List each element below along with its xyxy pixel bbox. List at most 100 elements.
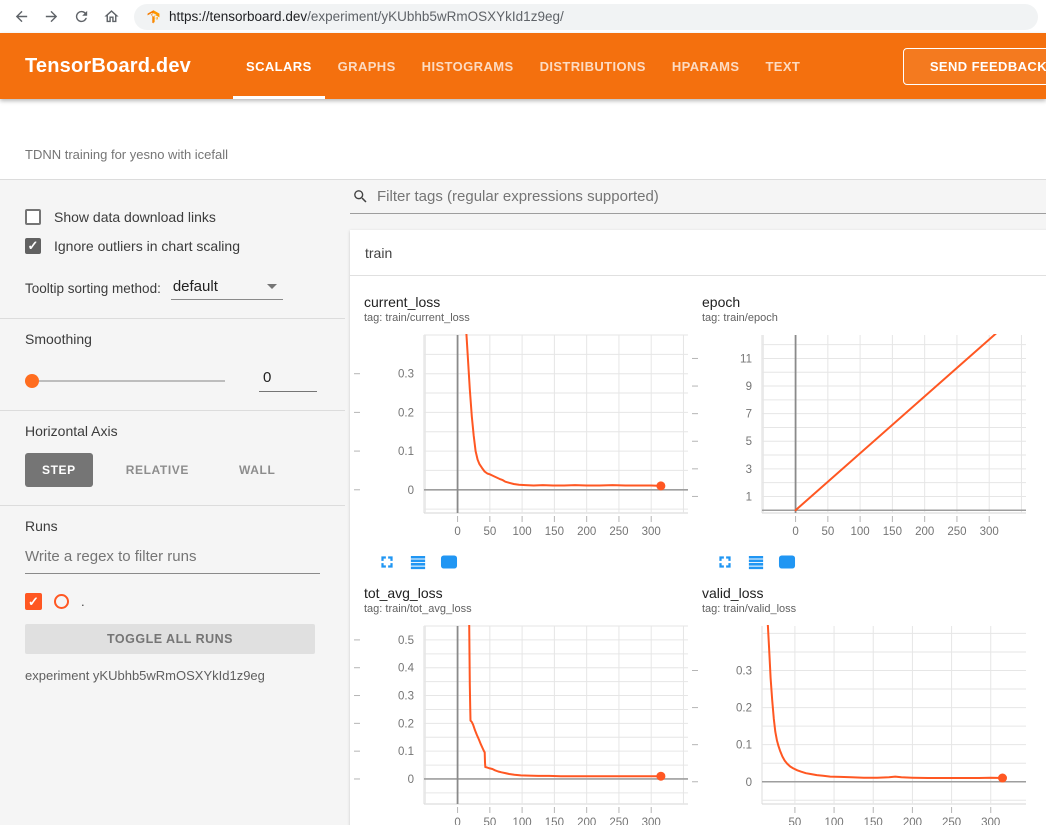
svg-text:0.2: 0.2 — [398, 718, 414, 730]
scalar-chart-card: epoch tag: train/epoch 13579110501001502… — [690, 294, 1028, 571]
chart-title: current_loss — [364, 294, 690, 310]
svg-text:300: 300 — [981, 817, 1000, 825]
home-icon[interactable] — [98, 4, 124, 30]
ignore-outliers-checkbox[interactable]: ✓ Ignore outliers in chart scaling — [25, 231, 320, 260]
svg-text:250: 250 — [609, 817, 628, 825]
scalar-chart-card: valid_loss tag: train/valid_loss 00.10.2… — [690, 585, 1028, 825]
svg-text:0.2: 0.2 — [398, 407, 414, 419]
address-bar[interactable]: https://tensorboard.dev/experiment/yKUbh… — [134, 4, 1038, 30]
svg-text:0.1: 0.1 — [398, 446, 414, 458]
tag-group-header[interactable]: train — [350, 230, 1046, 276]
svg-text:0.2: 0.2 — [736, 703, 752, 715]
tab-histograms[interactable]: HISTOGRAMS — [409, 33, 527, 99]
scalar-chart-canvas[interactable]: 00.10.20.350100150200250300 — [690, 621, 1028, 825]
svg-text:1: 1 — [746, 491, 752, 503]
svg-text:0: 0 — [746, 777, 752, 789]
scalar-chart-card: current_loss tag: train/current_loss 0 0.… — [352, 294, 690, 571]
svg-text:5: 5 — [746, 436, 752, 448]
svg-text:9: 9 — [746, 381, 752, 393]
run-name: . — [81, 594, 85, 609]
log-scale-icon[interactable] — [747, 553, 765, 571]
nav-tabs: SCALARS GRAPHS HISTOGRAMS DISTRIBUTIONS … — [233, 33, 813, 99]
back-icon[interactable] — [8, 4, 34, 30]
charts-grid: current_loss tag: train/current_loss 0 0.… — [350, 276, 1046, 825]
svg-text:0: 0 — [454, 817, 460, 825]
svg-text:50: 50 — [483, 817, 496, 825]
svg-text:0: 0 — [454, 526, 460, 538]
fit-domain-icon[interactable] — [440, 553, 458, 571]
smoothing-value-input[interactable]: 0 — [259, 369, 317, 392]
filter-tags-placeholder: Filter tags (regular expressions support… — [377, 188, 659, 205]
chart-title: tot_avg_loss — [364, 585, 690, 601]
svg-text:100: 100 — [513, 817, 532, 825]
brand-title: TensorBoard.dev — [0, 55, 191, 78]
chart-title: epoch — [702, 294, 1028, 310]
tooltip-sorting-label: Tooltip sorting method: — [25, 281, 161, 300]
svg-text:150: 150 — [545, 817, 564, 825]
tab-graphs[interactable]: GRAPHS — [325, 33, 409, 99]
svg-text:0.1: 0.1 — [736, 740, 752, 752]
scalar-chart-canvas[interactable]: 00.10.20.30.40.5050100150200250300 — [352, 621, 690, 825]
show-download-links-checkbox[interactable]: Show data download links — [25, 202, 320, 231]
tab-text[interactable]: TEXT — [752, 33, 813, 99]
chart-tag: tag: train/current_loss — [364, 312, 690, 324]
send-feedback-button[interactable]: SEND FEEDBACK — [903, 48, 1046, 85]
divider — [0, 505, 345, 506]
relative-axis-button[interactable]: RELATIVE — [109, 453, 206, 487]
browser-toolbar: https://tensorboard.dev/experiment/yKUbh… — [0, 0, 1046, 33]
toggle-all-runs-button[interactable]: TOGGLE ALL RUNS — [25, 624, 315, 654]
run-checkbox[interactable]: ✓ — [25, 593, 42, 610]
scalar-chart-card: tot_avg_loss tag: train/tot_avg_loss 00.… — [352, 585, 690, 825]
svg-text:3: 3 — [746, 464, 752, 476]
step-axis-button[interactable]: STEP — [25, 453, 93, 487]
filter-tags-input[interactable]: Filter tags (regular expressions support… — [350, 180, 1046, 214]
tooltip-sorting-select[interactable]: default — [171, 278, 283, 300]
svg-text:0.1: 0.1 — [398, 746, 414, 758]
wall-axis-button[interactable]: WALL — [222, 453, 292, 487]
reload-icon[interactable] — [68, 4, 94, 30]
svg-text:200: 200 — [577, 817, 596, 825]
scalars-dashboard: Filter tags (regular expressions support… — [345, 180, 1046, 825]
tab-distributions[interactable]: DISTRIBUTIONS — [527, 33, 659, 99]
scalar-chart-canvas[interactable]: 00.10.20.3050100150200250300 — [352, 330, 690, 544]
checkbox-unchecked-icon[interactable] — [25, 209, 41, 225]
chevron-down-icon — [267, 284, 277, 289]
svg-text:100: 100 — [824, 817, 843, 825]
svg-text:0: 0 — [792, 526, 798, 538]
runs-filter-input[interactable]: Write a regex to filter runs — [25, 534, 320, 574]
divider — [0, 318, 345, 319]
checkbox-checked-icon[interactable]: ✓ — [25, 238, 41, 254]
svg-text:150: 150 — [883, 526, 902, 538]
svg-text:50: 50 — [483, 526, 496, 538]
svg-text:0.3: 0.3 — [398, 691, 414, 703]
tensorboard-favicon — [146, 9, 161, 24]
tab-hparams[interactable]: HPARAMS — [659, 33, 753, 99]
tab-scalars[interactable]: SCALARS — [233, 33, 325, 99]
runs-label: Runs — [25, 518, 320, 534]
svg-text:200: 200 — [915, 526, 934, 538]
svg-text:200: 200 — [577, 526, 596, 538]
slider-track[interactable] — [25, 380, 225, 382]
svg-text:150: 150 — [864, 817, 883, 825]
log-scale-icon[interactable] — [409, 553, 427, 571]
divider — [0, 410, 345, 411]
expand-chart-icon[interactable] — [378, 553, 396, 571]
svg-text:100: 100 — [513, 526, 532, 538]
svg-text:7: 7 — [746, 409, 752, 421]
svg-text:250: 250 — [942, 817, 961, 825]
scalar-chart-canvas[interactable]: 1357911050100150200250300 — [690, 330, 1028, 544]
slider-knob[interactable] — [25, 374, 39, 388]
svg-text:0: 0 — [408, 774, 414, 786]
chart-tag: tag: train/valid_loss — [702, 603, 1028, 615]
experiment-subheader: TDNN training for yesno with icefall — [0, 99, 1046, 180]
svg-text:100: 100 — [851, 526, 870, 538]
tag-group-title: train — [365, 245, 392, 261]
svg-text:0.3: 0.3 — [736, 666, 752, 678]
svg-text:0.4: 0.4 — [398, 663, 415, 675]
forward-icon[interactable] — [38, 4, 64, 30]
fit-domain-icon[interactable] — [778, 553, 796, 571]
run-list-item[interactable]: ✓ . — [25, 588, 320, 614]
smoothing-slider[interactable] — [25, 374, 225, 388]
search-icon — [352, 188, 369, 205]
expand-chart-icon[interactable] — [716, 553, 734, 571]
